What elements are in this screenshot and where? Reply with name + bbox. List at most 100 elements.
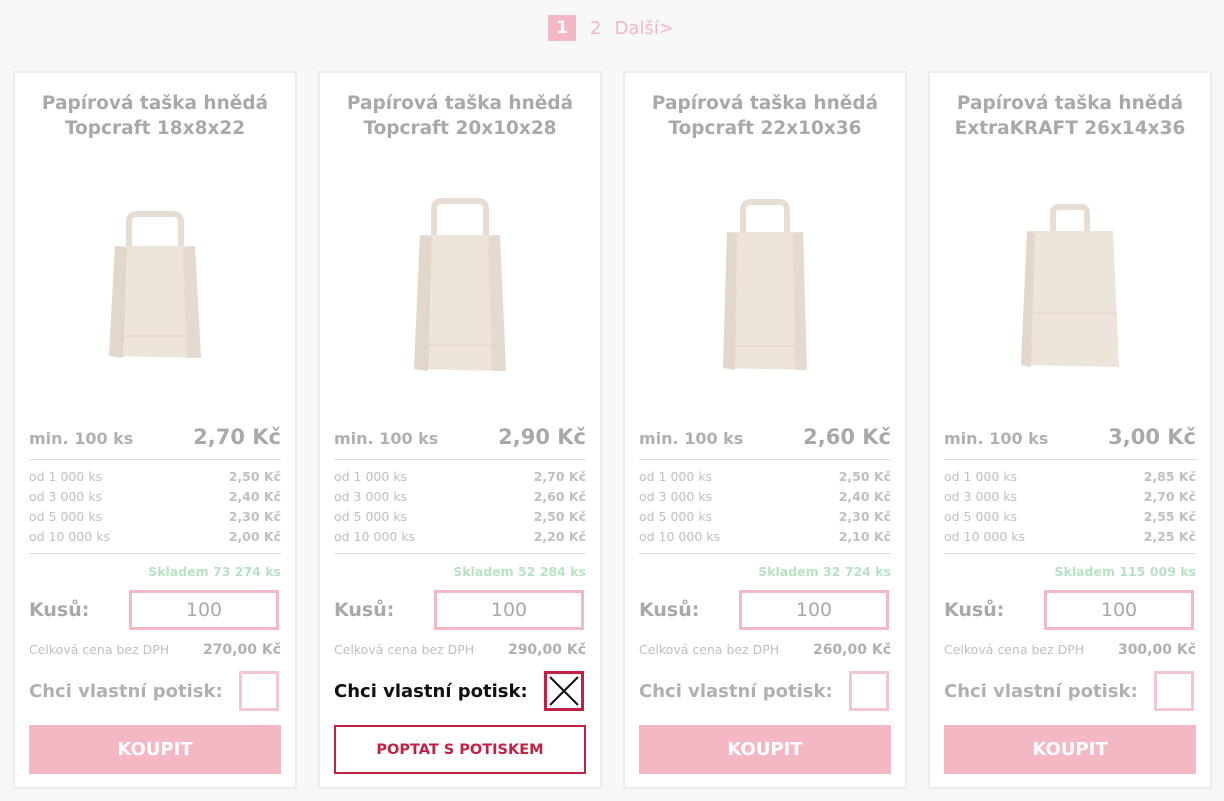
tier-price: 2,30 Kč xyxy=(228,509,281,524)
tier-price: 2,25 Kč xyxy=(1143,529,1196,544)
tier-row: od 3 000 ks 2,70 Kč xyxy=(944,487,1196,507)
page-link-2[interactable]: 2 xyxy=(590,18,601,39)
custom-print-label: Chci vlastní potisk: xyxy=(29,681,223,702)
tier-price: 2,40 Kč xyxy=(838,489,891,504)
tier-price: 2,50 Kč xyxy=(838,469,891,484)
quantity-input[interactable] xyxy=(1044,590,1194,630)
product-title[interactable]: Papírová taška hnědá Topcraft 18x8x22 xyxy=(15,91,295,141)
quantity-input[interactable] xyxy=(434,590,584,630)
inquire-with-print-button[interactable]: POPTAT S POTISKEM xyxy=(334,725,586,774)
tier-qty: od 10 000 ks xyxy=(29,529,111,544)
tier-qty: od 5 000 ks xyxy=(944,509,1018,524)
tier-qty: od 1 000 ks xyxy=(334,469,408,484)
buy-button[interactable]: KOUPIT xyxy=(29,725,281,774)
min-qty: min. 100 ks xyxy=(29,429,134,448)
tier-qty: od 3 000 ks xyxy=(944,489,1018,504)
custom-print-checkbox[interactable] xyxy=(1154,671,1194,711)
total-label: Celková cena bez DPH xyxy=(29,642,170,657)
tier-qty: od 5 000 ks xyxy=(639,509,713,524)
price-min-row: min. 100 ks 2,70 Kč xyxy=(29,425,281,460)
tier-price: 2,85 Kč xyxy=(1143,469,1196,484)
total-row: Celková cena bez DPH 300,00 Kč xyxy=(944,642,1196,658)
custom-print-label: Chci vlastní potisk: xyxy=(334,681,528,702)
tier-qty: od 3 000 ks xyxy=(29,489,103,504)
total-price: 300,00 Kč xyxy=(1117,642,1196,658)
tier-price: 2,30 Kč xyxy=(838,509,891,524)
paper-bag-image xyxy=(723,199,807,370)
product-title[interactable]: Papírová taška hnědá Topcraft 20x10x28 xyxy=(320,91,600,141)
tier-row: od 1 000 ks 2,50 Kč xyxy=(29,467,281,487)
product-card: Papírová taška hnědá Topcraft 22x10x36 m… xyxy=(623,71,907,789)
tier-row: od 3 000 ks 2,40 Kč xyxy=(29,487,281,507)
tier-row: od 3 000 ks 2,40 Kč xyxy=(639,487,891,507)
product-image[interactable] xyxy=(930,183,1210,393)
product-title[interactable]: Papírová taška hnědá ExtraKRAFT 26x14x36 xyxy=(930,91,1210,141)
quantity-input[interactable] xyxy=(739,590,889,630)
tier-qty: od 5 000 ks xyxy=(334,509,408,524)
stock-status: Skladem 52 284 ks xyxy=(453,564,586,579)
stock-status: Skladem 32 724 ks xyxy=(758,564,891,579)
buy-button[interactable]: KOUPIT xyxy=(944,725,1196,774)
product-title[interactable]: Papírová taška hnědá Topcraft 22x10x36 xyxy=(625,91,905,141)
tier-row: od 5 000 ks 2,55 Kč xyxy=(944,507,1196,527)
custom-print-label: Chci vlastní potisk: xyxy=(639,681,833,702)
tier-price: 2,50 Kč xyxy=(228,469,281,484)
product-title-line1: Papírová taška hnědá xyxy=(956,93,1184,114)
checkbox-x-icon xyxy=(549,676,579,706)
product-image[interactable] xyxy=(320,183,600,393)
tier-price: 2,70 Kč xyxy=(533,469,586,484)
product-image[interactable] xyxy=(15,183,295,393)
total-price: 290,00 Kč xyxy=(507,642,586,658)
tier-row: od 1 000 ks 2,70 Kč xyxy=(334,467,586,487)
price-tiers: od 1 000 ks 2,85 Kč od 3 000 ks 2,70 Kč od… xyxy=(944,467,1196,554)
tier-price: 2,40 Kč xyxy=(228,489,281,504)
main-price: 3,00 Kč xyxy=(1108,425,1196,449)
qty-label: Kusů: xyxy=(29,599,90,621)
tier-row: od 10 000 ks 2,25 Kč xyxy=(944,527,1196,547)
price-min-row: min. 100 ks 3,00 Kč xyxy=(944,425,1196,460)
tier-qty: od 3 000 ks xyxy=(334,489,408,504)
buy-button[interactable]: KOUPIT xyxy=(639,725,891,774)
tier-row: od 1 000 ks 2,50 Kč xyxy=(639,467,891,487)
custom-print-label: Chci vlastní potisk: xyxy=(944,681,1138,702)
paper-bag-image xyxy=(1021,204,1119,367)
tier-price: 2,70 Kč xyxy=(1143,489,1196,504)
total-price: 270,00 Kč xyxy=(202,642,281,658)
tier-price: 2,20 Kč xyxy=(533,529,586,544)
tier-qty: od 1 000 ks xyxy=(944,469,1018,484)
total-row: Celková cena bez DPH 290,00 Kč xyxy=(334,642,586,658)
qty-label: Kusů: xyxy=(944,599,1005,621)
tier-price: 2,00 Kč xyxy=(228,529,281,544)
product-image[interactable] xyxy=(625,183,905,393)
quantity-input[interactable] xyxy=(129,590,279,630)
main-price: 2,90 Kč xyxy=(498,425,586,449)
main-price: 2,70 Kč xyxy=(193,425,281,449)
tier-price: 2,60 Kč xyxy=(533,489,586,504)
custom-print-checkbox[interactable] xyxy=(544,671,584,711)
total-label: Celková cena bez DPH xyxy=(639,642,780,657)
total-label: Celková cena bez DPH xyxy=(944,642,1085,657)
paper-bag-image xyxy=(109,211,201,358)
custom-print-checkbox[interactable] xyxy=(239,671,279,711)
next-page-link[interactable]: Další> xyxy=(614,18,673,39)
main-price: 2,60 Kč xyxy=(803,425,891,449)
product-title-line2: Topcraft 22x10x36 xyxy=(668,118,862,139)
tier-qty: od 10 000 ks xyxy=(639,529,721,544)
price-tiers: od 1 000 ks 2,70 Kč od 3 000 ks 2,60 Kč od… xyxy=(334,467,586,554)
total-row: Celková cena bez DPH 270,00 Kč xyxy=(29,642,281,658)
stock-status: Skladem 115 009 ks xyxy=(1054,564,1196,579)
tier-row: od 10 000 ks 2,10 Kč xyxy=(639,527,891,547)
stock-status: Skladem 73 274 ks xyxy=(148,564,281,579)
page-current[interactable]: 1 xyxy=(548,15,576,41)
tier-qty: od 10 000 ks xyxy=(944,529,1026,544)
tier-row: od 10 000 ks 2,00 Kč xyxy=(29,527,281,547)
price-tiers: od 1 000 ks 2,50 Kč od 3 000 ks 2,40 Kč od… xyxy=(29,467,281,554)
product-card: Papírová taška hnědá ExtraKRAFT 26x14x36… xyxy=(928,71,1212,789)
qty-label: Kusů: xyxy=(639,599,700,621)
tier-qty: od 1 000 ks xyxy=(639,469,713,484)
product-card: Papírová taška hnědá Topcraft 20x10x28 m… xyxy=(318,71,602,789)
tier-row: od 5 000 ks 2,30 Kč xyxy=(639,507,891,527)
product-card: Papírová taška hnědá Topcraft 18x8x22 mi… xyxy=(13,71,297,789)
custom-print-checkbox[interactable] xyxy=(849,671,889,711)
product-title-line1: Papírová taška hnědá xyxy=(651,93,879,114)
